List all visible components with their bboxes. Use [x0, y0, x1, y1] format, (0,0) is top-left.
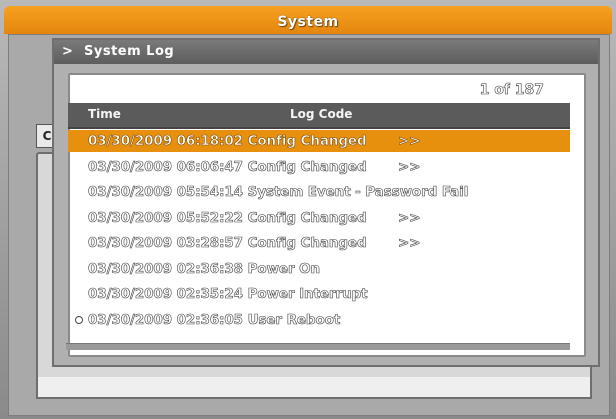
column-log-code: Log Code	[290, 107, 353, 121]
column-time: Time	[88, 107, 121, 121]
log-row[interactable]: 03/30/2009 02:36:38 Power On	[68, 258, 570, 280]
dialog-footer	[66, 343, 570, 350]
log-row[interactable]: 03/30/2009 05:54:14 System Event - Passw…	[68, 181, 570, 203]
log-row[interactable]: 03/30/2009 02:36:05 User Reboot	[68, 309, 570, 331]
log-list: 03/30/2009 06:18:02 Config Changed >> 03/3…	[68, 130, 570, 335]
log-entry-text: 03/30/2009 03:28:57 Config Changed	[88, 235, 367, 252]
detail-arrow-icon[interactable]: >>	[398, 235, 421, 252]
page-indicator: 1 of 187	[479, 82, 544, 99]
log-entry-text: 03/30/2009 02:35:24 Power Interrupt	[88, 286, 368, 303]
detail-arrow-icon[interactable]: >>	[398, 158, 421, 175]
detail-arrow-icon[interactable]: >>	[398, 133, 421, 150]
log-entry-text: 03/30/2009 05:52:22 Config Changed	[88, 209, 367, 226]
table-header: Time Log Code	[68, 103, 570, 129]
log-row[interactable]: 03/30/2009 03:28:57 Config Changed >>	[68, 232, 570, 254]
log-row[interactable]: 03/30/2009 05:52:22 Config Changed >>	[68, 207, 570, 229]
chevron-right-icon: >	[62, 44, 73, 59]
dialog-title: System Log	[84, 44, 175, 59]
bottom-input-strip[interactable]	[36, 377, 592, 399]
log-row[interactable]: 03/30/2009 02:35:24 Power Interrupt	[68, 283, 570, 305]
log-entry-text: 03/30/2009 02:36:38 Power On	[88, 260, 321, 277]
log-entry-text: 03/30/2009 05:54:14 System Event - Passw…	[88, 184, 469, 201]
log-entry-text: 03/30/2009 02:36:05 User Reboot	[88, 311, 341, 328]
row-bullet-icon	[75, 315, 83, 324]
log-entry-text: 03/30/2009 06:06:47 Config Changed	[88, 158, 367, 175]
window-title: System	[277, 14, 339, 30]
detail-arrow-icon[interactable]: >>	[398, 209, 421, 226]
log-entry-text: 03/30/2009 06:18:02 Config Changed	[88, 133, 367, 150]
log-row[interactable]: 03/30/2009 06:06:47 Config Changed >>	[68, 156, 570, 178]
log-row[interactable]: 03/30/2009 06:18:02 Config Changed >>	[68, 130, 570, 152]
